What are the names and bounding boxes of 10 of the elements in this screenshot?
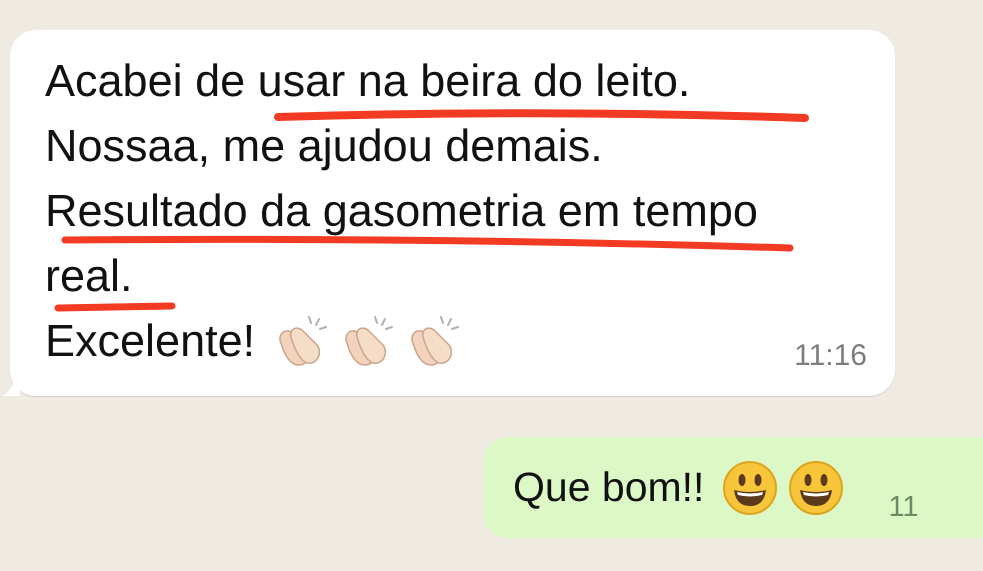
- message-text: real.: [45, 253, 133, 299]
- message-text: Resultado da gasometria em tempo: [45, 188, 758, 234]
- smiley-icon: [722, 460, 778, 516]
- message-text: Nossaa, me ajudou demais.: [45, 123, 603, 169]
- smiley-icon: [788, 460, 844, 516]
- message-text: Excelente!: [45, 318, 256, 364]
- message-text: Que bom!!: [513, 462, 704, 512]
- message-time: 11: [888, 490, 919, 525]
- message-time: 11:16: [794, 338, 867, 374]
- message-text: Acabei de usar na beira do leito.: [45, 58, 690, 104]
